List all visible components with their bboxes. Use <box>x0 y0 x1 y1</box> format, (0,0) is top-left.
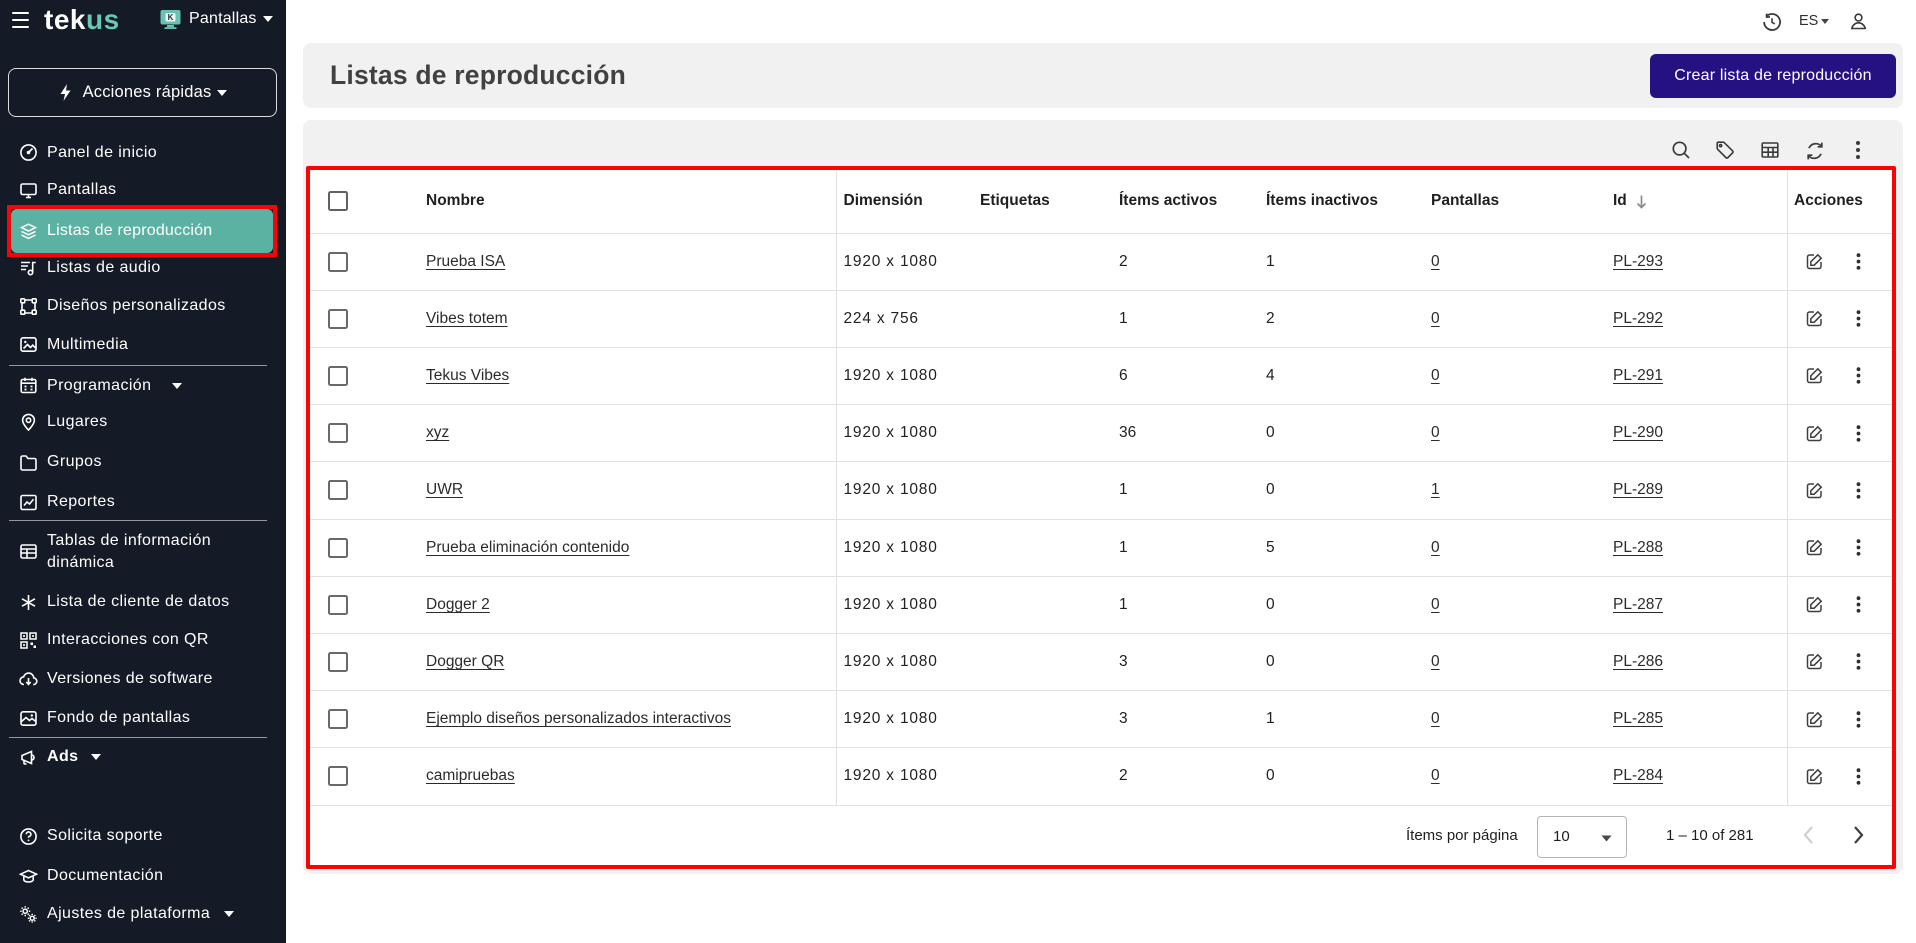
svg-text:K: K <box>168 13 174 22</box>
